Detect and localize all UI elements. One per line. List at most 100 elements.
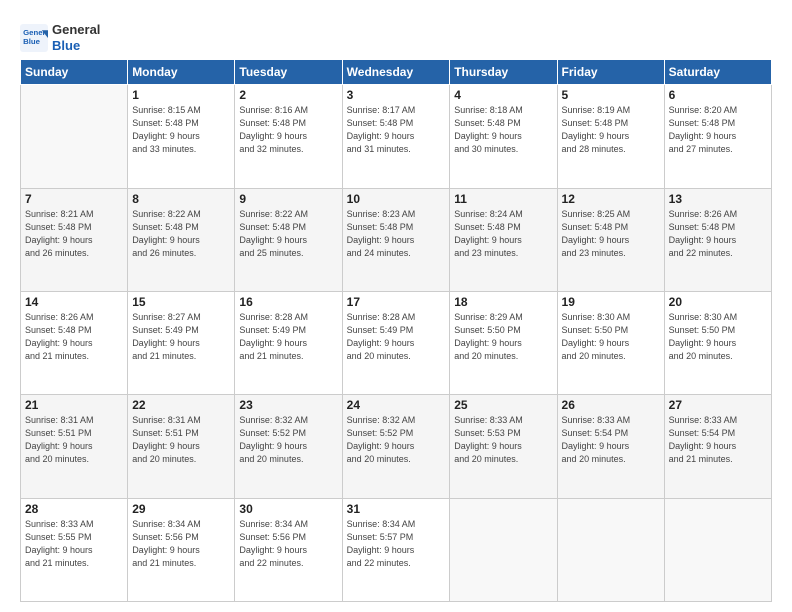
calendar-cell: 31Sunrise: 8:34 AMSunset: 5:57 PMDayligh… xyxy=(342,498,450,601)
calendar-cell: 17Sunrise: 8:28 AMSunset: 5:49 PMDayligh… xyxy=(342,291,450,394)
day-number: 24 xyxy=(347,398,446,412)
calendar-cell: 3 Sunrise: 8:17 AMSunset: 5:48 PMDaylight… xyxy=(342,85,450,188)
calendar-week-row: 14 Sunrise: 8:26 AMSunset: 5:48 PMDayligh… xyxy=(21,291,772,394)
day-info: Sunrise: 8:29 AMSunset: 5:50 PMDaylight:… xyxy=(454,311,552,363)
col-header-tuesday: Tuesday xyxy=(235,60,342,85)
day-number: 26 xyxy=(562,398,660,412)
day-number: 2 xyxy=(239,88,337,102)
day-info: Sunrise: 8:30 AMSunset: 5:50 PMDaylight:… xyxy=(669,311,767,363)
day-info: Sunrise: 8:34 AMSunset: 5:57 PMDaylight:… xyxy=(347,518,446,570)
day-info: Sunrise: 8:33 AMSunset: 5:54 PMDaylight:… xyxy=(562,414,660,466)
day-number: 18 xyxy=(454,295,552,309)
calendar-cell: 26 Sunrise: 8:33 AMSunset: 5:54 PMDayligh… xyxy=(557,395,664,498)
day-info: Sunrise: 8:30 AMSunset: 5:50 PMDaylight:… xyxy=(562,311,660,363)
calendar-cell: 18 Sunrise: 8:29 AMSunset: 5:50 PMDayligh… xyxy=(450,291,557,394)
day-info: Sunrise: 8:31 AMSunset: 5:51 PMDaylight:… xyxy=(25,414,123,466)
calendar-cell: 14 Sunrise: 8:26 AMSunset: 5:48 PMDayligh… xyxy=(21,291,128,394)
day-info: Sunrise: 8:16 AMSunset: 5:48 PMDaylight:… xyxy=(239,104,337,156)
day-info: Sunrise: 8:15 AMSunset: 5:48 PMDaylight:… xyxy=(132,104,230,156)
calendar-week-row: 21Sunrise: 8:31 AMSunset: 5:51 PMDayligh… xyxy=(21,395,772,498)
calendar-cell: 1 Sunrise: 8:15 AMSunset: 5:48 PMDaylight… xyxy=(128,85,235,188)
day-number: 5 xyxy=(562,88,660,102)
calendar-cell: 24 Sunrise: 8:32 AMSunset: 5:52 PMDayligh… xyxy=(342,395,450,498)
calendar-cell: 6 Sunrise: 8:20 AMSunset: 5:48 PMDaylight… xyxy=(664,85,771,188)
day-info: Sunrise: 8:33 AMSunset: 5:53 PMDaylight:… xyxy=(454,414,552,466)
day-info: Sunrise: 8:26 AMSunset: 5:48 PMDaylight:… xyxy=(25,311,123,363)
day-number: 12 xyxy=(562,192,660,206)
col-header-saturday: Saturday xyxy=(664,60,771,85)
logo: General Blue General Blue xyxy=(20,22,100,53)
calendar-cell: 9Sunrise: 8:22 AMSunset: 5:48 PMDaylight… xyxy=(235,188,342,291)
calendar-header-row: SundayMondayTuesdayWednesdayThursdayFrid… xyxy=(21,60,772,85)
day-info: Sunrise: 8:24 AMSunset: 5:48 PMDaylight:… xyxy=(454,208,552,260)
calendar-cell: 29 Sunrise: 8:34 AMSunset: 5:56 PMDayligh… xyxy=(128,498,235,601)
day-number: 27 xyxy=(669,398,767,412)
day-number: 28 xyxy=(25,502,123,516)
day-info: Sunrise: 8:31 AMSunset: 5:51 PMDaylight:… xyxy=(132,414,230,466)
calendar-cell: 8 Sunrise: 8:22 AMSunset: 5:48 PMDaylight… xyxy=(128,188,235,291)
calendar-cell: 7Sunrise: 8:21 AMSunset: 5:48 PMDaylight… xyxy=(21,188,128,291)
day-info: Sunrise: 8:32 AMSunset: 5:52 PMDaylight:… xyxy=(239,414,337,466)
calendar-week-row: 7Sunrise: 8:21 AMSunset: 5:48 PMDaylight… xyxy=(21,188,772,291)
day-number: 3 xyxy=(347,88,446,102)
day-info: Sunrise: 8:33 AMSunset: 5:54 PMDaylight:… xyxy=(669,414,767,466)
day-info: Sunrise: 8:27 AMSunset: 5:49 PMDaylight:… xyxy=(132,311,230,363)
day-info: Sunrise: 8:28 AMSunset: 5:49 PMDaylight:… xyxy=(239,311,337,363)
calendar-cell: 4 Sunrise: 8:18 AMSunset: 5:48 PMDaylight… xyxy=(450,85,557,188)
day-info: Sunrise: 8:33 AMSunset: 5:55 PMDaylight:… xyxy=(25,518,123,570)
day-number: 19 xyxy=(562,295,660,309)
calendar-cell: 12 Sunrise: 8:25 AMSunset: 5:48 PMDayligh… xyxy=(557,188,664,291)
svg-text:Blue: Blue xyxy=(23,37,41,46)
day-number: 30 xyxy=(239,502,337,516)
calendar-cell: 15 Sunrise: 8:27 AMSunset: 5:49 PMDayligh… xyxy=(128,291,235,394)
calendar-cell: 16 Sunrise: 8:28 AMSunset: 5:49 PMDayligh… xyxy=(235,291,342,394)
day-number: 11 xyxy=(454,192,552,206)
day-number: 20 xyxy=(669,295,767,309)
calendar-cell: 22 Sunrise: 8:31 AMSunset: 5:51 PMDayligh… xyxy=(128,395,235,498)
day-number: 15 xyxy=(132,295,230,309)
calendar-cell: 27 Sunrise: 8:33 AMSunset: 5:54 PMDayligh… xyxy=(664,395,771,498)
calendar-cell: 11 Sunrise: 8:24 AMSunset: 5:48 PMDayligh… xyxy=(450,188,557,291)
logo-text-general: General xyxy=(52,22,100,38)
day-number: 6 xyxy=(669,88,767,102)
logo-text-blue: Blue xyxy=(52,38,100,54)
day-number: 1 xyxy=(132,88,230,102)
day-number: 8 xyxy=(132,192,230,206)
day-info: Sunrise: 8:32 AMSunset: 5:52 PMDaylight:… xyxy=(347,414,446,466)
calendar-cell xyxy=(557,498,664,601)
calendar-cell: 13Sunrise: 8:26 AMSunset: 5:48 PMDayligh… xyxy=(664,188,771,291)
day-number: 10 xyxy=(347,192,446,206)
col-header-monday: Monday xyxy=(128,60,235,85)
calendar-cell xyxy=(450,498,557,601)
day-info: Sunrise: 8:21 AMSunset: 5:48 PMDaylight:… xyxy=(25,208,123,260)
day-number: 17 xyxy=(347,295,446,309)
calendar-cell: 28 Sunrise: 8:33 AMSunset: 5:55 PMDayligh… xyxy=(21,498,128,601)
day-info: Sunrise: 8:20 AMSunset: 5:48 PMDaylight:… xyxy=(669,104,767,156)
calendar-cell: 5Sunrise: 8:19 AMSunset: 5:48 PMDaylight… xyxy=(557,85,664,188)
day-info: Sunrise: 8:17 AMSunset: 5:48 PMDaylight:… xyxy=(347,104,446,156)
calendar-cell xyxy=(21,85,128,188)
day-number: 22 xyxy=(132,398,230,412)
day-number: 4 xyxy=(454,88,552,102)
calendar-table: SundayMondayTuesdayWednesdayThursdayFrid… xyxy=(20,59,772,602)
day-info: Sunrise: 8:22 AMSunset: 5:48 PMDaylight:… xyxy=(132,208,230,260)
col-header-friday: Friday xyxy=(557,60,664,85)
calendar-week-row: 28 Sunrise: 8:33 AMSunset: 5:55 PMDayligh… xyxy=(21,498,772,601)
day-info: Sunrise: 8:25 AMSunset: 5:48 PMDaylight:… xyxy=(562,208,660,260)
day-number: 29 xyxy=(132,502,230,516)
day-number: 9 xyxy=(239,192,337,206)
col-header-wednesday: Wednesday xyxy=(342,60,450,85)
day-info: Sunrise: 8:34 AMSunset: 5:56 PMDaylight:… xyxy=(132,518,230,570)
calendar-cell: 23 Sunrise: 8:32 AMSunset: 5:52 PMDayligh… xyxy=(235,395,342,498)
day-info: Sunrise: 8:23 AMSunset: 5:48 PMDaylight:… xyxy=(347,208,446,260)
day-number: 16 xyxy=(239,295,337,309)
calendar-cell: 2 Sunrise: 8:16 AMSunset: 5:48 PMDaylight… xyxy=(235,85,342,188)
day-info: Sunrise: 8:26 AMSunset: 5:48 PMDaylight:… xyxy=(669,208,767,260)
day-info: Sunrise: 8:34 AMSunset: 5:56 PMDaylight:… xyxy=(239,518,337,570)
calendar-cell: 21Sunrise: 8:31 AMSunset: 5:51 PMDayligh… xyxy=(21,395,128,498)
day-number: 14 xyxy=(25,295,123,309)
day-info: Sunrise: 8:18 AMSunset: 5:48 PMDaylight:… xyxy=(454,104,552,156)
calendar-cell: 19 Sunrise: 8:30 AMSunset: 5:50 PMDayligh… xyxy=(557,291,664,394)
day-number: 23 xyxy=(239,398,337,412)
calendar-cell: 10 Sunrise: 8:23 AMSunset: 5:48 PMDayligh… xyxy=(342,188,450,291)
